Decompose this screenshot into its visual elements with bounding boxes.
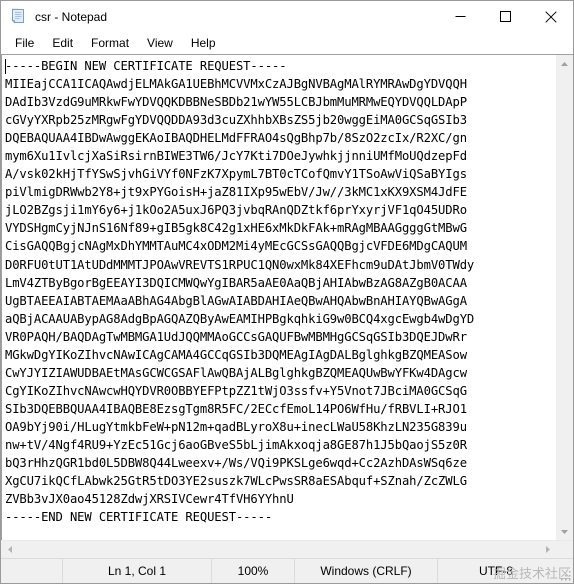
maximize-button[interactable] — [483, 1, 528, 32]
status-zoom-level: 100% — [211, 559, 294, 583]
scroll-up-arrow[interactable] — [556, 55, 573, 72]
notepad-window: csr - Notepad File Edit Format View Help… — [0, 0, 574, 584]
menu-bar: File Edit Format View Help — [1, 32, 573, 54]
status-encoding: UTF-8 — [437, 559, 554, 583]
scroll-left-arrow[interactable] — [1, 541, 18, 558]
horizontal-scroll-track[interactable] — [18, 541, 539, 558]
status-bar-spacer — [1, 559, 62, 583]
text-caret — [5, 59, 6, 74]
status-cursor-position: Ln 1, Col 1 — [62, 559, 211, 583]
window-controls — [438, 1, 573, 32]
vertical-scroll-track[interactable] — [556, 72, 573, 523]
text-editor[interactable]: -----BEGIN NEW CERTIFICATE REQUEST----- … — [1, 54, 556, 540]
horizontal-scrollbar[interactable] — [1, 540, 573, 558]
window-title: csr - Notepad — [35, 9, 108, 24]
vertical-scrollbar[interactable] — [556, 54, 573, 540]
close-button[interactable] — [528, 1, 573, 32]
certificate-text: -----BEGIN NEW CERTIFICATE REQUEST----- … — [5, 59, 475, 525]
scroll-right-arrow[interactable] — [539, 541, 556, 558]
menu-item-edit[interactable]: Edit — [43, 35, 82, 52]
title-bar: csr - Notepad — [1, 1, 573, 32]
menu-item-format[interactable]: Format — [82, 35, 138, 52]
status-bar: Ln 1, Col 1 100% Windows (CRLF) UTF-8 掘金… — [1, 558, 573, 583]
notepad-icon — [10, 8, 27, 25]
status-line-ending: Windows (CRLF) — [294, 559, 437, 583]
minimize-button[interactable] — [438, 1, 483, 32]
editor-row: -----BEGIN NEW CERTIFICATE REQUEST----- … — [1, 54, 573, 540]
menu-item-file[interactable]: File — [6, 35, 43, 52]
scrollbar-corner — [556, 541, 573, 558]
resize-grip-icon[interactable] — [554, 559, 573, 583]
scroll-down-arrow[interactable] — [556, 523, 573, 540]
title-bar-left: csr - Notepad — [1, 8, 438, 25]
menu-item-view[interactable]: View — [138, 35, 182, 52]
menu-item-help[interactable]: Help — [182, 35, 225, 52]
editor-area: -----BEGIN NEW CERTIFICATE REQUEST----- … — [1, 54, 573, 558]
